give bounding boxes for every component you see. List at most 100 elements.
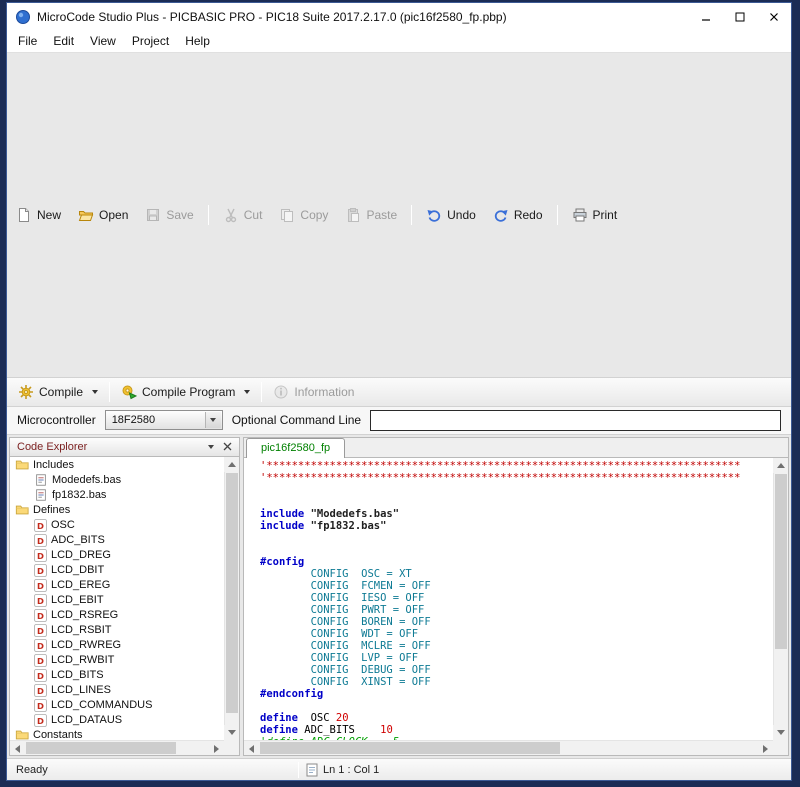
editor-hscroll-thumb[interactable]	[260, 742, 560, 754]
scroll-down-button[interactable]	[224, 725, 239, 740]
tree-item-defines[interactable]: Defines	[10, 503, 224, 518]
tree-item-modedefs.bas[interactable]: Modedefs.bas	[10, 473, 224, 488]
define-icon: D	[34, 534, 47, 547]
code-line: CONFIG MCLRE = OFF	[260, 640, 773, 652]
tree-item-lcd_ereg[interactable]: DLCD_EREG	[10, 578, 224, 593]
open-button[interactable]: Open	[71, 204, 135, 226]
tree-item-lcd_rsbit[interactable]: DLCD_RSBIT	[10, 623, 224, 638]
toolbar-separator	[557, 205, 558, 225]
window-controls	[689, 3, 791, 30]
arrow-up-icon	[228, 462, 236, 467]
command-line-input[interactable]	[370, 410, 781, 431]
panel-close-button[interactable]	[219, 439, 235, 455]
tree-item-adc_bits[interactable]: D ADC_BITS	[10, 533, 224, 548]
print-icon	[572, 207, 588, 223]
scroll-left-button[interactable]	[10, 741, 25, 756]
scroll-up-button[interactable]	[224, 457, 239, 472]
tree-item-includes[interactable]: Includes	[10, 458, 224, 473]
menu-bar: FileEditViewProjectHelp	[7, 30, 791, 53]
tree-item-lcd_bits[interactable]: DLCD_BITS	[10, 668, 224, 683]
microcontroller-label: Microcontroller	[17, 413, 96, 427]
document-icon	[306, 763, 318, 777]
code-line: CONFIG PWRT = OFF	[260, 604, 773, 616]
close-button[interactable]	[757, 3, 791, 30]
scroll-right-button[interactable]	[209, 741, 224, 756]
code-line: #endconfig	[260, 688, 773, 700]
compile-program-button[interactable]: Compile Program	[114, 381, 257, 403]
microcontroller-select[interactable]: 18F2580	[105, 410, 223, 430]
tree-item-lcd_rwreg[interactable]: DLCD_RWREG	[10, 638, 224, 653]
tree-item-label: ADC_BITS	[51, 534, 105, 547]
scroll-down-button[interactable]	[773, 725, 788, 740]
editor-wrap: '***************************************…	[243, 458, 789, 757]
paste-button[interactable]: Paste	[338, 204, 404, 226]
editor-vertical-scrollbar[interactable]	[773, 458, 788, 741]
save-button[interactable]: Save	[138, 204, 200, 226]
tree-item-lcd_dreg[interactable]: DLCD_DREG	[10, 548, 224, 563]
menu-item-view[interactable]: View	[82, 31, 124, 51]
undo-button[interactable]: Undo	[419, 204, 483, 226]
tree-item-lcd_ebit[interactable]: DLCD_EBIT	[10, 593, 224, 608]
tree-item-lcd_dataus[interactable]: DLCD_DATAUS	[10, 713, 224, 728]
scrollbar-corner	[224, 740, 239, 755]
tree-item-label: LCD_RWBIT	[51, 654, 114, 667]
editor-vscroll-thumb[interactable]	[775, 474, 787, 649]
app-window: MicroCode Studio Plus - PICBASIC PRO - P…	[6, 2, 792, 781]
tree-vertical-scrollbar[interactable]	[224, 457, 239, 741]
menu-item-file[interactable]: File	[10, 31, 45, 51]
scroll-left-button[interactable]	[244, 741, 259, 756]
scroll-right-button[interactable]	[758, 741, 773, 756]
code-explorer-tree-wrap: IncludesModedefs.basfp1832.basDefinesDOS…	[9, 457, 240, 757]
tree-item-lcd_commandus[interactable]: DLCD_COMMANDUS	[10, 698, 224, 713]
define-icon: D	[34, 609, 47, 622]
tree-item-fp1832.bas[interactable]: fp1832.bas	[10, 488, 224, 503]
copy-button[interactable]: Copy	[272, 204, 335, 226]
tree-item-lcd_rsreg[interactable]: DLCD_RSREG	[10, 608, 224, 623]
maximize-button[interactable]	[723, 3, 757, 30]
button-label: New	[37, 208, 61, 222]
new-icon	[16, 207, 32, 223]
menu-item-edit[interactable]: Edit	[45, 31, 82, 51]
define-icon: D	[34, 639, 47, 652]
button-label: Paste	[366, 208, 397, 222]
chevron-down-icon	[210, 418, 216, 422]
tree-item-lcd_dbit[interactable]: DLCD_DBIT	[10, 563, 224, 578]
tab-label: pic16f2580_fp	[261, 442, 330, 454]
svg-text:D: D	[37, 655, 44, 665]
tree-item-label: LCD_LINES	[51, 684, 111, 697]
code-area[interactable]: '***************************************…	[244, 460, 773, 741]
print-button[interactable]: Print	[565, 204, 625, 226]
tree-item-osc[interactable]: DOSC	[10, 518, 224, 533]
code-line: #config	[260, 556, 773, 568]
compile-button[interactable]: Compile	[11, 381, 105, 403]
tree-item-constants[interactable]: Constants	[10, 728, 224, 741]
tree-item-lcd_rwbit[interactable]: D LCD_RWBIT	[10, 653, 224, 668]
code-line: CONFIG BOREN = OFF	[260, 616, 773, 628]
new-button[interactable]: New	[9, 204, 68, 226]
chevron-down-icon	[92, 390, 98, 394]
tab-pic16f2580_fp[interactable]: pic16f2580_fp	[246, 438, 345, 458]
button-label: Cut	[244, 208, 263, 222]
panel-dropdown-button[interactable]	[203, 439, 219, 455]
tree-horizontal-scrollbar[interactable]	[10, 740, 224, 755]
cut-button[interactable]: Cut	[216, 204, 270, 226]
minimize-button[interactable]	[689, 3, 723, 30]
tree-hscroll-thumb[interactable]	[26, 742, 176, 754]
button-label: Print	[593, 208, 618, 222]
tree-item-label: LCD_DBIT	[51, 564, 104, 577]
code-line: CONFIG IESO = OFF	[260, 592, 773, 604]
information-button[interactable]: Information	[266, 381, 361, 403]
select-arrow[interactable]	[205, 412, 221, 428]
tree-vscroll-thumb[interactable]	[226, 473, 238, 713]
file-icon	[34, 473, 48, 487]
menu-item-help[interactable]: Help	[177, 31, 218, 51]
editor-horizontal-scrollbar[interactable]	[244, 740, 773, 755]
tree-item-lcd_lines[interactable]: DLCD_LINES	[10, 683, 224, 698]
redo-button[interactable]: Redo	[486, 204, 550, 226]
scroll-up-button[interactable]	[773, 458, 788, 473]
menu-item-project[interactable]: Project	[124, 31, 177, 51]
tree-item-label: LCD_COMMANDUS	[51, 699, 152, 712]
define-icon: D	[34, 624, 47, 637]
code-line: '***************************************…	[260, 472, 773, 484]
toolbar-separator	[109, 382, 110, 402]
